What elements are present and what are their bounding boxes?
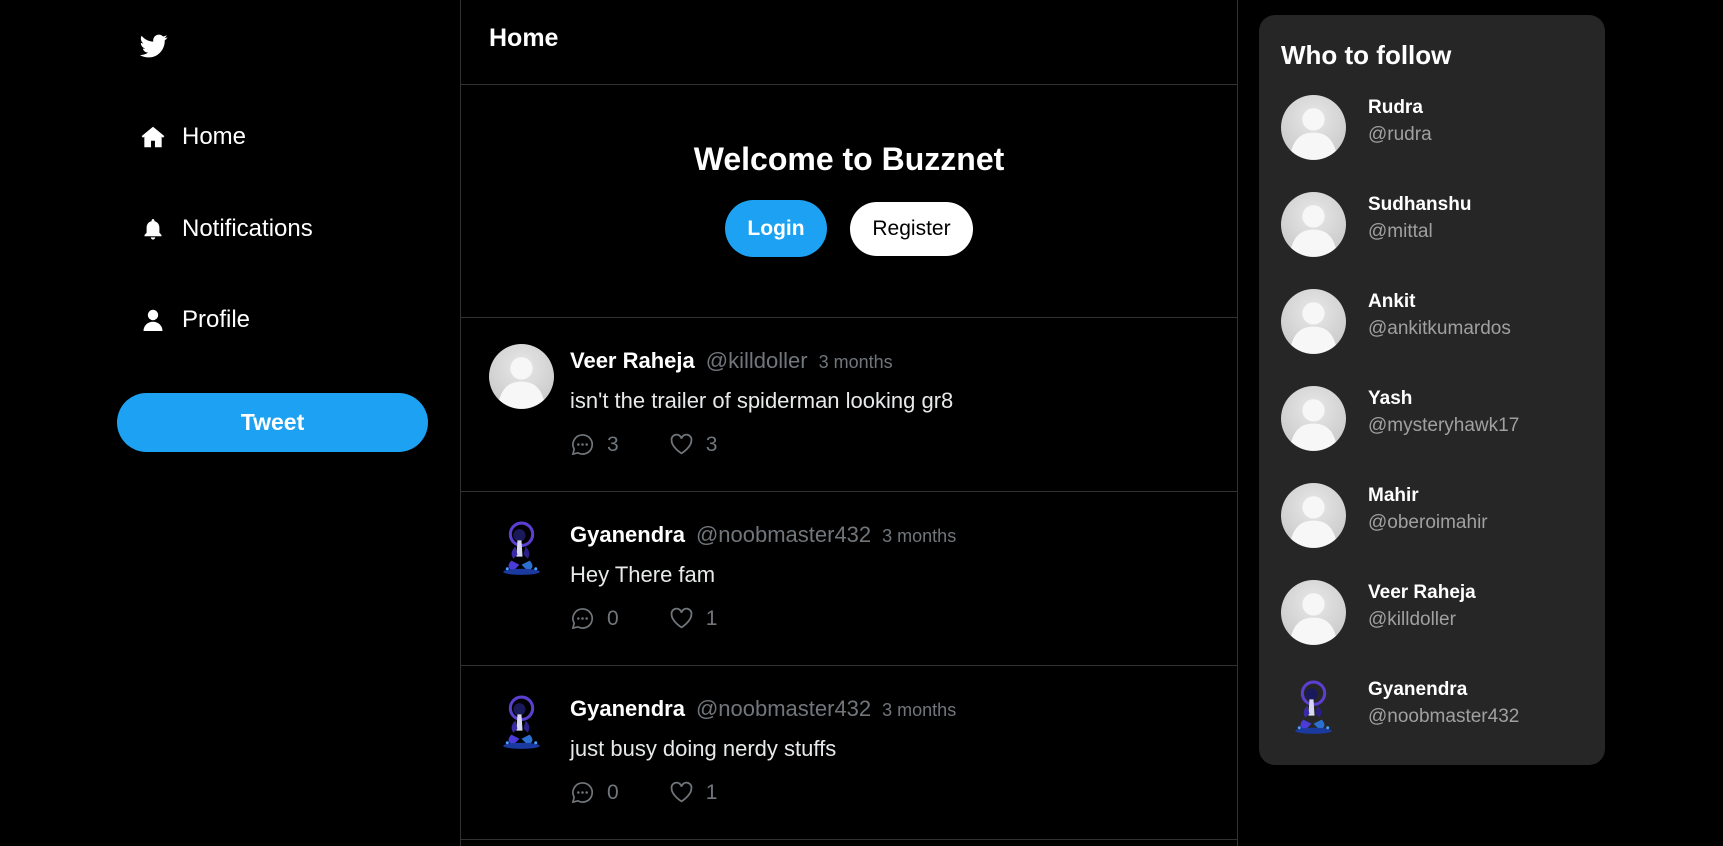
avatar[interactable]	[1281, 192, 1346, 257]
comment-button[interactable]: 0	[570, 780, 619, 805]
like-count: 3	[705, 432, 718, 456]
follow-handle: @killdoller	[1368, 609, 1456, 630]
nav-item-notifications[interactable]: Notifications	[139, 209, 313, 249]
page-title: Home	[489, 23, 559, 52]
comment-button[interactable]: 0	[570, 606, 619, 631]
comment-count: 0	[607, 780, 619, 804]
like-count: 1	[705, 606, 718, 630]
post-text: just busy doing nerdy stuffs	[570, 736, 837, 761]
follow-handle: @oberoimahir	[1368, 512, 1488, 533]
nav-item-home[interactable]: Home	[139, 117, 246, 157]
comment-button[interactable]: 3	[570, 432, 619, 457]
comment-count: 3	[607, 432, 619, 456]
avatar[interactable]	[1281, 483, 1346, 548]
follow-name: Ankit	[1368, 291, 1416, 312]
nav-item-profile[interactable]: Profile	[139, 300, 250, 340]
follow-name: Yash	[1368, 388, 1413, 409]
comment-count: 0	[607, 606, 619, 630]
register-button[interactable]: Register	[850, 202, 973, 256]
post-header: Gyanendra @noobmaster432 3 months	[570, 522, 956, 548]
home-icon	[139, 123, 167, 151]
like-button[interactable]: 1	[669, 780, 718, 805]
who-to-follow-title: Who to follow	[1281, 40, 1452, 70]
post-author[interactable]: Gyanendra	[570, 696, 685, 722]
follow-suggestion[interactable]: Yash @mysteryhawk17	[1281, 386, 1591, 452]
avatar[interactable]	[1281, 95, 1346, 160]
follow-suggestion[interactable]: Mahir @oberoimahir	[1281, 483, 1591, 549]
post-author[interactable]: Veer Raheja	[570, 348, 695, 374]
follow-name: Rudra	[1368, 97, 1423, 118]
follow-suggestion[interactable]: Sudhanshu @mittal	[1281, 192, 1591, 258]
follow-handle: @noobmaster432	[1368, 706, 1520, 727]
follow-suggestion[interactable]: Veer Raheja @killdoller	[1281, 580, 1591, 646]
login-button[interactable]: Login	[725, 200, 827, 257]
post-text: Hey There fam	[570, 562, 716, 587]
post-actions: 3 3	[570, 432, 717, 457]
avatar[interactable]	[489, 518, 554, 583]
post-header: Veer Raheja @killdoller 3 months	[570, 348, 893, 374]
like-count: 1	[705, 780, 718, 804]
follow-name: Sudhanshu	[1368, 194, 1472, 215]
comment-icon	[571, 434, 594, 456]
follow-handle: @mysteryhawk17	[1368, 415, 1520, 436]
post-handle[interactable]: @noobmaster432	[696, 696, 871, 722]
nav-label-home: Home	[182, 123, 247, 150]
post-time: 3 months	[882, 700, 957, 720]
post-text: isn't the trailer of spiderman looking g…	[570, 388, 954, 413]
avatar[interactable]	[1281, 289, 1346, 354]
heart-icon	[670, 433, 693, 455]
main-feed: Home Welcome to Buzznet Login Register V…	[460, 0, 1238, 846]
left-sidebar: Home Notifications Profile Tweet	[0, 0, 460, 846]
post-author[interactable]: Gyanendra	[570, 522, 685, 548]
avatar[interactable]	[1281, 677, 1346, 742]
user-icon	[139, 306, 167, 334]
post[interactable]: Gyanendra @noobmaster432 3 months Hey Th…	[461, 492, 1237, 666]
follow-suggestion[interactable]: Rudra @rudra	[1281, 95, 1591, 161]
follow-suggestion[interactable]: Ankit @ankitkumardos	[1281, 289, 1591, 355]
follow-suggestion[interactable]: Gyanendra @noobmaster432	[1281, 677, 1591, 743]
comment-icon	[571, 608, 594, 630]
post-handle[interactable]: @killdoller	[706, 348, 808, 374]
avatar[interactable]	[489, 344, 554, 409]
post-header: Gyanendra @noobmaster432 3 months	[570, 696, 956, 722]
twitter-bird-icon[interactable]	[139, 32, 171, 60]
tweet-button[interactable]: Tweet	[117, 393, 428, 452]
feed-header: Home	[461, 0, 1237, 85]
like-button[interactable]: 1	[669, 606, 718, 631]
post-time: 3 months	[818, 352, 893, 372]
heart-icon	[670, 607, 693, 629]
heart-icon	[670, 781, 693, 803]
avatar[interactable]	[1281, 386, 1346, 451]
post[interactable]: Veer Raheja @killdoller 3 months isn't t…	[461, 318, 1237, 492]
follow-name: Mahir	[1368, 485, 1419, 506]
follow-name: Gyanendra	[1368, 679, 1468, 700]
post-actions: 0 1	[570, 780, 717, 805]
avatar[interactable]	[1281, 580, 1346, 645]
post-handle[interactable]: @noobmaster432	[696, 522, 871, 548]
follow-name: Veer Raheja	[1368, 582, 1476, 603]
follow-handle: @rudra	[1368, 124, 1432, 145]
bell-icon	[139, 215, 167, 243]
who-to-follow-panel: Who to follow Rudra @rudra Sudhanshu @mi…	[1259, 15, 1605, 765]
avatar[interactable]	[489, 692, 554, 757]
welcome-title: Welcome to Buzznet	[693, 141, 1005, 177]
post[interactable]: Gyanendra @noobmaster432 3 months just b…	[461, 666, 1237, 840]
welcome-banner: Welcome to Buzznet Login Register	[461, 85, 1237, 318]
comment-icon	[571, 782, 594, 804]
like-button[interactable]: 3	[669, 432, 718, 457]
nav-label-notifications: Notifications	[182, 215, 313, 242]
auth-buttons: Login Register	[725, 200, 973, 257]
follow-handle: @ankitkumardos	[1368, 318, 1511, 339]
follow-handle: @mittal	[1368, 221, 1433, 242]
nav-label-profile: Profile	[182, 306, 251, 333]
post-time: 3 months	[882, 526, 957, 546]
post-actions: 0 1	[570, 606, 717, 631]
